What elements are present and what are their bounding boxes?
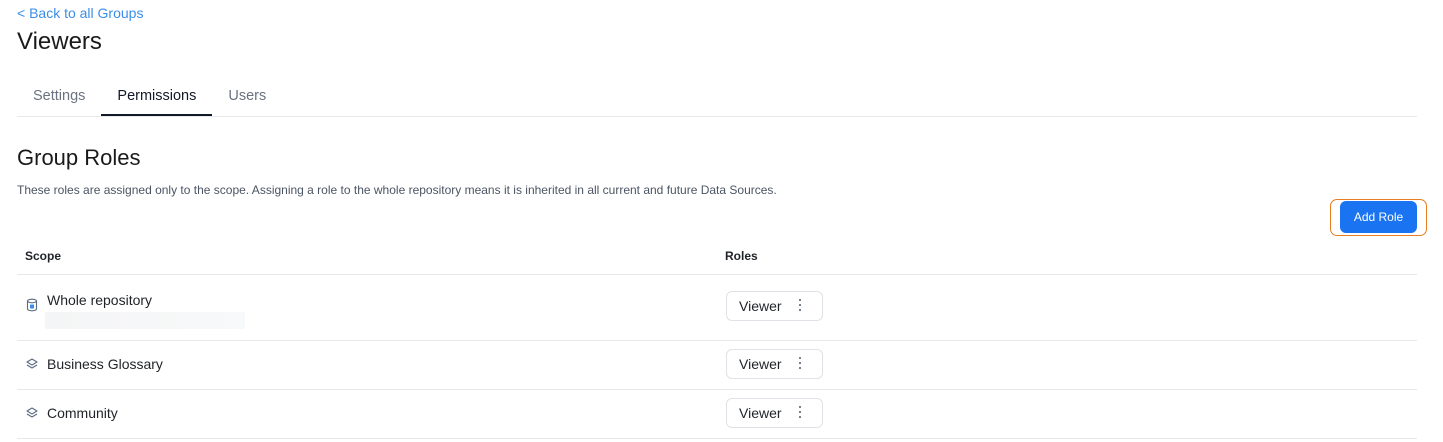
scope-cell: Whole repository	[25, 288, 152, 312]
back-to-groups-link[interactable]: < Back to all Groups	[17, 5, 143, 21]
role-chip[interactable]: Viewer	[726, 291, 823, 321]
table-row: Community Viewer	[17, 390, 1417, 439]
table-row: Whole repository Viewer	[17, 275, 1417, 341]
column-header-scope: Scope	[25, 249, 62, 263]
scope-name: Community	[47, 405, 118, 421]
role-chip[interactable]: Viewer	[726, 398, 823, 428]
role-label: Viewer	[739, 356, 782, 372]
section-title: Group Roles	[17, 145, 141, 170]
role-chip[interactable]: Viewer	[726, 349, 823, 379]
column-header-roles: Roles	[725, 249, 758, 263]
scope-cell: Business Glossary	[25, 356, 163, 372]
scope-cell: Community	[25, 405, 118, 421]
kebab-menu-icon[interactable]	[798, 405, 802, 419]
layers-icon	[25, 406, 39, 420]
kebab-menu-icon[interactable]	[798, 298, 802, 312]
tab-permissions[interactable]: Permissions	[101, 80, 213, 116]
role-label: Viewer	[739, 298, 782, 314]
layers-icon	[25, 357, 39, 371]
scope-name: Whole repository	[47, 292, 153, 308]
database-icon	[25, 298, 39, 312]
roles-table: Scope Roles Whole repository Viewer Busi…	[17, 242, 1417, 439]
section-description: These roles are assigned only to the sco…	[17, 183, 777, 197]
page-title: Viewers	[17, 28, 102, 55]
scope-subtitle-redacted	[45, 312, 245, 329]
tab-bar: Settings Permissions Users	[17, 80, 1417, 117]
tab-users[interactable]: Users	[212, 80, 282, 115]
tab-settings[interactable]: Settings	[17, 80, 101, 115]
scope-name: Business Glossary	[47, 356, 163, 372]
role-label: Viewer	[739, 405, 782, 421]
table-header: Scope Roles	[17, 242, 1417, 275]
kebab-menu-icon[interactable]	[798, 356, 802, 370]
add-role-button[interactable]: Add Role	[1340, 201, 1417, 233]
table-row: Business Glossary Viewer	[17, 341, 1417, 390]
